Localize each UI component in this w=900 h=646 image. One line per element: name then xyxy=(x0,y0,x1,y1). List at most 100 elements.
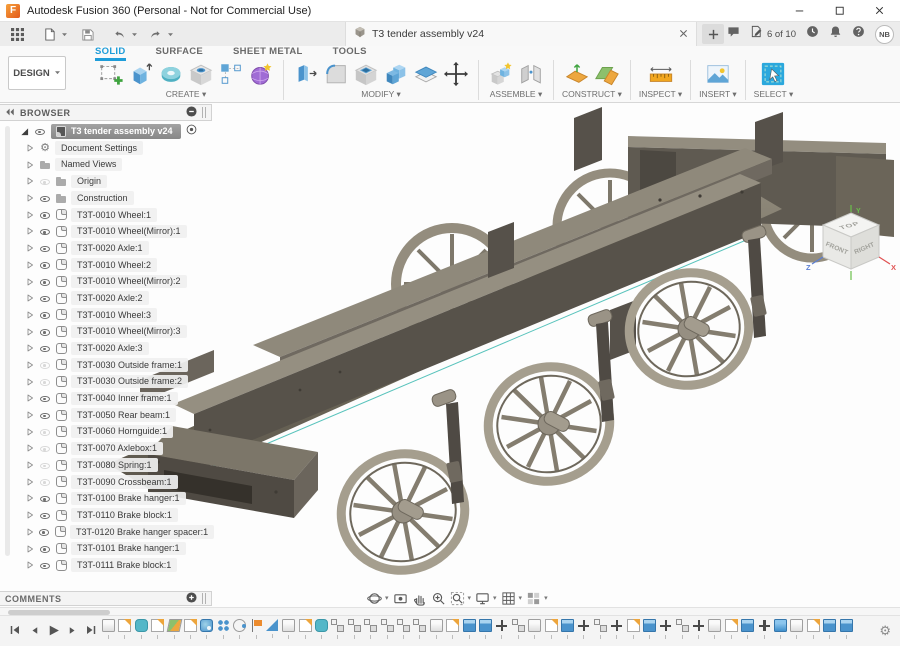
tab-tools[interactable]: TOOLS xyxy=(333,46,367,61)
timeline-item-cube[interactable] xyxy=(708,619,721,639)
timeline-item-component[interactable] xyxy=(413,619,426,639)
tab-sheet-metal[interactable]: SHEET METAL xyxy=(233,46,303,61)
visibility-eye-icon[interactable] xyxy=(39,492,51,504)
form-feature-icon[interactable] xyxy=(200,619,213,632)
component-feature-icon[interactable] xyxy=(676,619,689,632)
browser-item-label[interactable]: T3T-0020 Axle:1 xyxy=(71,241,149,255)
browser-item[interactable]: T3T-0020 Axle:3 xyxy=(12,340,212,357)
file-menu-caret-icon[interactable] xyxy=(60,31,68,38)
pan-button[interactable] xyxy=(411,590,428,607)
extrude-feature-icon[interactable] xyxy=(463,619,476,632)
expand-triangle-icon[interactable] xyxy=(26,461,35,469)
browser-item[interactable]: T3T-0020 Axle:1 xyxy=(12,240,212,257)
browser-item[interactable]: T3T-0111 Brake block:1 xyxy=(12,557,212,574)
expand-triangle-icon[interactable] xyxy=(26,294,35,302)
expand-triangle-icon[interactable] xyxy=(26,378,35,386)
job-status-clock-icon[interactable] xyxy=(806,25,819,43)
orbit-button[interactable] xyxy=(366,590,383,607)
extrude-button[interactable] xyxy=(127,60,155,88)
insert-image-button[interactable] xyxy=(704,60,732,88)
browser-item-label[interactable]: T3T-0030 Outside frame:2 xyxy=(71,375,188,389)
browser-item-label[interactable]: T3T-0050 Rear beam:1 xyxy=(71,408,176,422)
timeline-item-cube[interactable] xyxy=(430,619,443,639)
expand-triangle-icon[interactable] xyxy=(26,278,35,286)
expand-triangle-icon[interactable] xyxy=(20,127,29,136)
visibility-eye-icon[interactable] xyxy=(39,276,51,288)
plane-feature-icon[interactable] xyxy=(166,619,182,632)
undo-caret-icon[interactable] xyxy=(130,31,138,38)
sketch-feature-icon[interactable] xyxy=(151,619,164,632)
timeline-item-flag[interactable] xyxy=(250,619,263,639)
revolve-feature-icon[interactable] xyxy=(315,619,328,632)
sketch-feature-icon[interactable] xyxy=(446,619,459,632)
browser-item[interactable]: T3T-0030 Outside frame:1 xyxy=(12,357,212,374)
activate-component-radio-icon[interactable] xyxy=(186,122,197,140)
browser-header[interactable]: BROWSER xyxy=(0,104,212,121)
expand-triangle-icon[interactable] xyxy=(26,344,35,352)
browser-item-label[interactable]: T3T-0020 Axle:3 xyxy=(71,342,149,356)
timeline-item-extrude[interactable] xyxy=(643,619,656,639)
browser-item-label[interactable]: T3T-0100 Brake hanger:1 xyxy=(71,492,186,506)
expand-triangle-icon[interactable] xyxy=(26,194,35,202)
flag-feature-icon[interactable] xyxy=(250,619,263,632)
browser-item[interactable]: T3T-0110 Brake block:1 xyxy=(12,507,212,524)
extrude-feature-icon[interactable] xyxy=(643,619,656,632)
workspace-selector[interactable]: DESIGN xyxy=(8,56,66,90)
timeline-item-sketch[interactable] xyxy=(545,619,558,639)
collapse-panel-icon[interactable] xyxy=(5,104,15,122)
cube-feature-icon[interactable] xyxy=(528,619,541,632)
browser-item[interactable]: T3T-0020 Axle:2 xyxy=(12,290,212,307)
group-label-modify[interactable]: MODIFY ▾ xyxy=(361,89,401,100)
timeline-settings-gear-icon[interactable]: ⚙ xyxy=(879,624,891,637)
fit-button[interactable] xyxy=(449,590,466,607)
timeline-item-move[interactable] xyxy=(692,619,705,639)
browser-item-label[interactable]: T3T-0111 Brake block:1 xyxy=(71,558,177,572)
revolve-feature-icon[interactable] xyxy=(135,619,148,632)
sketch-feature-icon[interactable] xyxy=(725,619,738,632)
timeline-item-plane[interactable] xyxy=(168,619,181,639)
visibility-eye-icon[interactable] xyxy=(34,125,46,137)
sketch-feature-icon[interactable] xyxy=(807,619,820,632)
expand-triangle-icon[interactable] xyxy=(26,478,35,486)
visibility-eye-icon[interactable] xyxy=(39,242,51,254)
expand-triangle-icon[interactable] xyxy=(26,411,35,419)
timeline-item-component[interactable] xyxy=(381,619,394,639)
timeline-item-form[interactable] xyxy=(200,619,213,639)
visibility-eye-icon[interactable] xyxy=(39,225,51,237)
move-copy-button[interactable] xyxy=(442,60,470,88)
group-label-insert[interactable]: INSERT ▾ xyxy=(699,89,737,100)
new-component-button[interactable] xyxy=(487,60,515,88)
visibility-eye-icon[interactable] xyxy=(39,209,51,221)
revolve-button[interactable] xyxy=(157,60,185,88)
component-feature-icon[interactable] xyxy=(512,619,525,632)
timeline-item-component[interactable] xyxy=(594,619,607,639)
rectangular-pattern-button[interactable] xyxy=(217,60,245,88)
maximize-button[interactable] xyxy=(832,4,846,18)
expand-triangle-icon[interactable] xyxy=(26,528,34,536)
timeline-item-sketch[interactable] xyxy=(627,619,640,639)
redo-caret-icon[interactable] xyxy=(166,31,174,38)
component-feature-icon[interactable] xyxy=(397,619,410,632)
browser-item[interactable]: T3T-0010 Wheel:3 xyxy=(12,307,212,324)
visibility-eye-icon[interactable] xyxy=(39,409,51,421)
visibility-eye-icon[interactable] xyxy=(39,376,51,388)
browser-item[interactable]: T3T-0080 Spring:1 xyxy=(12,457,212,474)
timeline-item-move[interactable] xyxy=(758,619,771,639)
browser-item[interactable]: T3T-0120 Brake hanger spacer:1 xyxy=(12,524,212,541)
cube-feature-icon[interactable] xyxy=(430,619,443,632)
grid-settings-dropdown-caret-icon[interactable]: ▾ xyxy=(519,594,523,602)
browser-root-item[interactable]: T3 tender assembly v24 xyxy=(12,123,212,140)
cube-feature-icon[interactable] xyxy=(790,619,803,632)
browser-item[interactable]: T3T-0010 Wheel:2 xyxy=(12,257,212,274)
browser-item[interactable]: T3T-0010 Wheel(Mirror):3 xyxy=(12,323,212,340)
visibility-eye-icon[interactable] xyxy=(39,476,51,488)
expand-triangle-icon[interactable] xyxy=(26,177,35,185)
zoom-button[interactable] xyxy=(430,590,447,607)
pattern-feature-icon[interactable] xyxy=(217,619,230,632)
expand-triangle-icon[interactable] xyxy=(26,494,35,502)
tab-surface[interactable]: SURFACE xyxy=(156,46,204,61)
go-to-end-button[interactable] xyxy=(84,623,98,637)
timeline-item-sketch[interactable] xyxy=(299,619,312,639)
fillet-button[interactable] xyxy=(322,60,350,88)
visibility-eye-icon[interactable] xyxy=(39,359,51,371)
